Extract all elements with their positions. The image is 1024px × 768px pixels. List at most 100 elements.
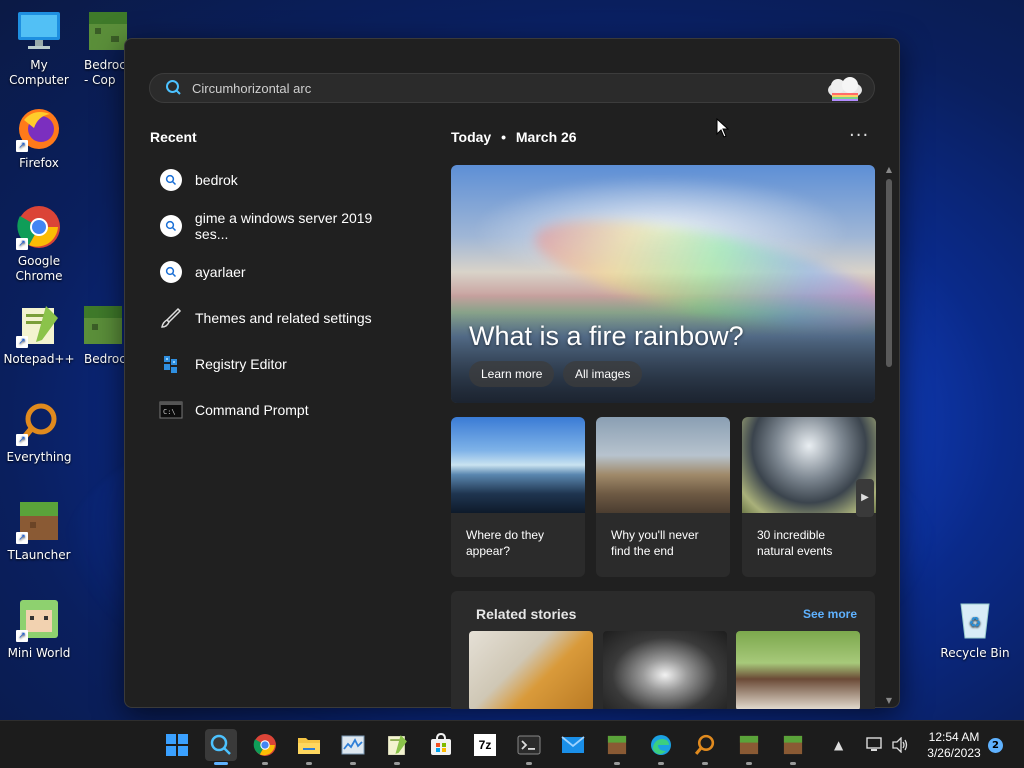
shortcut-arrow-icon: ↗ [16,238,28,250]
search-input[interactable] [192,80,812,96]
recent-item-label: Registry Editor [195,356,287,372]
learn-more-button[interactable]: Learn more [469,361,555,387]
taskbar-mail[interactable] [557,729,589,761]
hero-card[interactable]: What is a fire rainbow? Learn more All i… [451,165,875,403]
recent-item-ayarlaer[interactable]: ayarlaer [159,249,409,295]
taskbar-search-button[interactable] [205,729,237,765]
story-card[interactable]: Where do they appear? [451,417,585,577]
chrome-icon [253,734,276,756]
recent-item-command-prompt[interactable]: C:\ Command Prompt [159,387,409,433]
desktop-icon-notepadpp[interactable]: ↗ Notepad++ [0,302,78,367]
registry-icon [159,352,183,376]
desktop-icon-chrome[interactable]: ↗ Google Chrome [0,204,78,284]
recent-item-label: bedrok [195,172,238,188]
mouse-cursor-icon [716,117,730,138]
show-hidden-icons-button[interactable]: ▲ [834,721,843,768]
clock[interactable]: 12:54 AM 3/26/2023 [918,729,990,761]
start-button[interactable] [161,729,193,761]
taskbar-store[interactable] [425,729,457,761]
recent-item-label: ayarlaer [195,264,246,280]
carousel-next-button[interactable]: ▶ [856,479,874,517]
task-manager-icon [341,735,365,755]
search-icon [164,78,184,98]
minecraft-block-icon: ↗ [16,498,62,544]
taskbar-minecraft-2[interactable] [733,729,765,765]
terminal-icon: C:\ [159,398,183,422]
all-images-button[interactable]: All images [563,361,643,387]
recent-list: bedrok gime a windows server 2019 ses...… [159,157,409,433]
desktop-icon-recycle-bin[interactable]: ♻ Recycle Bin [936,596,1014,661]
desktop-icon-mini-world[interactable]: ↗ Mini World [0,596,78,661]
taskbar-everything[interactable] [689,729,721,765]
notepadpp-icon: ↗ [16,302,62,348]
related-story-image[interactable] [736,631,860,709]
clock-date: 3/26/2023 [927,746,981,760]
rainbow-cloud-icon [826,77,864,101]
story-card[interactable]: Why you'll never find the end [596,417,730,577]
taskbar-minecraft-3[interactable] [777,729,809,765]
store-icon [431,733,451,755]
recent-heading: Recent [150,129,197,145]
minecraft-block-icon [783,735,803,755]
desktop-icon-firefox[interactable]: ↗ Firefox [0,106,78,171]
search-icon [160,169,182,191]
terminal-icon [517,735,541,755]
taskbar-chrome[interactable] [249,729,281,765]
minecraft-block-icon [80,302,126,348]
chevron-right-icon: ▶ [861,492,869,503]
svg-text:C:\: C:\ [163,408,176,416]
shortcut-arrow-icon: ↗ [16,434,28,446]
story-image [596,417,730,513]
notepadpp-icon [388,735,407,755]
taskbar-minecraft-1[interactable] [601,729,633,765]
taskbar-file-explorer[interactable] [293,729,325,765]
search-box[interactable] [149,73,875,103]
network-icon[interactable] [866,721,884,768]
recent-item-bedrok[interactable]: bedrok [159,157,409,203]
scrollbar-thumb[interactable] [886,179,892,367]
search-icon [159,215,182,237]
shortcut-arrow-icon: ↗ [16,532,28,544]
brush-icon [159,306,183,330]
taskbar-terminal[interactable] [513,729,545,765]
recent-item-registry-editor[interactable]: Registry Editor [159,341,409,387]
everything-search-icon [694,734,715,755]
search-flyout: Recent bedrok gime a windows server 2019… [124,38,900,709]
taskbar-task-manager[interactable] [337,729,369,765]
hero-title: What is a fire rainbow? [469,321,744,351]
firefox-icon: ↗ [16,106,62,152]
search-icon [160,261,182,283]
related-stories-title: Related stories [476,606,577,622]
shortcut-arrow-icon: ↗ [16,630,28,642]
scroll-down-icon[interactable]: ▼ [883,696,895,705]
desktop-icon-everything[interactable]: ↗ Everything [0,400,78,465]
desktop-icon-bedrock[interactable]: Bedrock [78,302,133,367]
story-image [451,417,585,513]
desktop-icon-tlauncher[interactable]: ↗ TLauncher [0,498,78,563]
see-more-link[interactable]: See more [803,607,857,621]
shortcut-arrow-icon: ↗ [16,336,28,348]
everything-search-icon: ↗ [16,400,62,446]
minecraft-block-icon [607,735,627,755]
today-header: Today • March 26 [451,129,577,145]
monitor-icon [16,8,62,54]
recent-item-label: gime a windows server 2019 ses... [194,210,373,242]
volume-icon[interactable] [891,721,909,768]
recent-item-label: Command Prompt [195,402,309,418]
taskbar-edge[interactable] [645,729,677,765]
recent-item-windows-server[interactable]: gime a windows server 2019 ses... [159,203,409,249]
minecraft-block-icon [739,735,759,755]
related-stories: Related stories See more [451,591,875,709]
chrome-icon: ↗ [16,204,62,250]
scrollbar[interactable]: ▲ ▼ [883,165,895,705]
desktop-icon-my-computer[interactable]: My Computer [0,8,78,88]
related-story-image[interactable] [469,631,593,709]
taskbar-notepadpp[interactable] [381,729,413,765]
related-story-image[interactable] [603,631,727,709]
more-options-button[interactable]: ··· [849,125,869,146]
taskbar-7zip[interactable]: 7z [469,729,501,761]
scroll-up-icon[interactable]: ▲ [883,165,895,174]
recent-item-themes[interactable]: Themes and related settings [159,295,409,341]
notification-badge[interactable]: 2 [988,738,1003,753]
chevron-up-icon: ▲ [834,738,844,752]
